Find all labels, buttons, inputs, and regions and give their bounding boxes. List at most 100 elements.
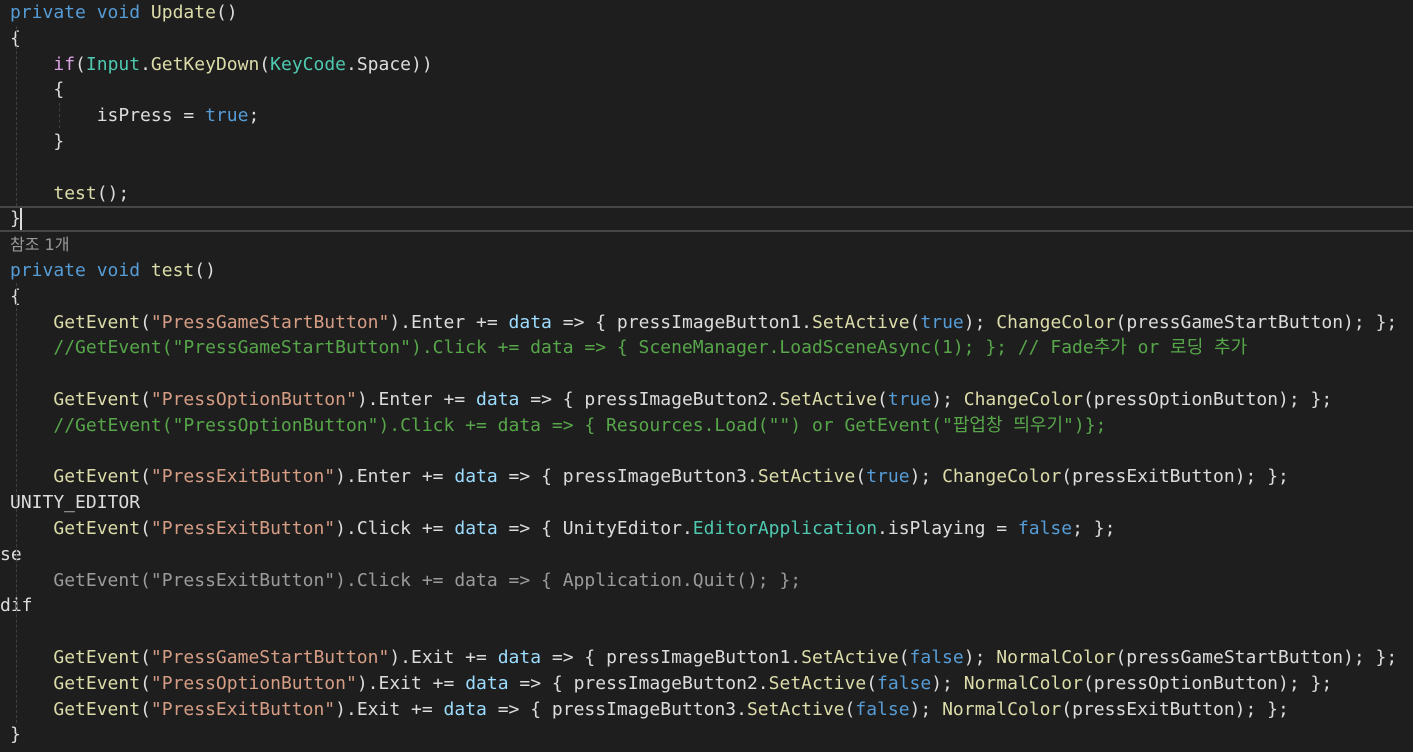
code-token: ).Click += (335, 518, 455, 539)
code-token: ChangeColor (963, 389, 1083, 410)
code-token: data (497, 647, 542, 668)
code-token: . (140, 53, 151, 75)
code-token: } (10, 724, 21, 746)
code-token: data (465, 672, 509, 694)
code-token: (pressGameStartButton); }; (1115, 311, 1398, 333)
code-token: ( (140, 518, 151, 539)
code-token: //GetEvent("PressGameStartButton").Click… (53, 337, 1248, 359)
code-token: (); (96, 182, 130, 204)
code-token: false (855, 698, 910, 720)
codelens-references[interactable]: 참조 1개 (0, 232, 1413, 258)
code-token: GetKeyDown (150, 53, 260, 75)
indent-guide (16, 283, 17, 723)
code-token: SetActive (801, 647, 899, 668)
code-line: GetEvent("PressGameStartButton").Exit +=… (0, 645, 1413, 671)
code-token: GetEvent (53, 311, 141, 333)
code-token: data (443, 698, 487, 720)
code-token: ( (855, 466, 867, 488)
code-line: se (0, 542, 1413, 568)
code-token: } (10, 131, 65, 152)
code-line: GetEvent("PressGameStartButton").Enter +… (0, 310, 1413, 336)
code-token: SetActive (812, 311, 910, 333)
code-token: GetEvent (53, 389, 141, 410)
code-token: ( (140, 647, 151, 668)
code-line: GetEvent("PressExitButton").Click += dat… (0, 516, 1413, 542)
code-line: private void Update() (0, 0, 1413, 26)
code-token: data (454, 518, 498, 539)
code-token: ).Exit += (356, 672, 466, 694)
code-token: private (10, 2, 86, 23)
code-token: ); (963, 647, 997, 668)
code-token: Input (85, 53, 141, 75)
code-token: KeyCode (270, 53, 346, 75)
code-token: .isPlaying = (877, 518, 1018, 539)
code-token: ChangeColor (996, 311, 1116, 333)
code-line: //GetEvent("PressGameStartButton").Click… (0, 335, 1413, 361)
code-line: //GetEvent("PressOptionButton").Click +=… (0, 413, 1413, 439)
code-token: UNITY_EDITOR (10, 492, 141, 514)
code-line: GetEvent("PressExitButton").Click += dat… (0, 568, 1413, 594)
code-token: ).Click += data => { Application.Quit();… (335, 569, 802, 591)
code-token: => { UnityEditor. (497, 518, 693, 539)
code-token: (pressExitButton); }; (1061, 698, 1289, 720)
code-token: .Space)) (346, 53, 433, 75)
code-token: "PressExitButton" (150, 466, 336, 488)
code-token: "PressExitButton" (150, 698, 336, 720)
code-token: => { pressImageButton3. (486, 698, 747, 720)
code-token: GetEvent (53, 672, 141, 694)
code-token: data (508, 311, 552, 333)
code-token: ); (963, 311, 997, 333)
code-token: => { pressImageButton2. (519, 389, 780, 410)
code-line: { (0, 77, 1413, 103)
indent-guide (16, 26, 17, 206)
code-token: (pressExitButton); }; (1061, 466, 1289, 488)
code-token: ).Exit += (335, 698, 444, 720)
code-token: isPress = (10, 105, 206, 127)
code-token: ( (140, 389, 151, 410)
code-token: => { pressImageButton2. (508, 672, 769, 694)
code-token: ; }; (1072, 518, 1116, 539)
code-token: ( (898, 647, 910, 668)
code-token: test (150, 260, 195, 281)
code-token: (pressOptionButton); }; (1082, 389, 1333, 410)
code-token: false (909, 647, 964, 668)
code-token: se (0, 543, 22, 565)
code-line: GetEvent("PressExitButton").Exit += data… (0, 697, 1413, 723)
code-token: SetActive (768, 672, 867, 694)
code-token: "PressGameStartButton" (150, 647, 390, 668)
code-editor[interactable]: private void Update(){ if(Input.GetKeyDo… (0, 0, 1413, 752)
code-token: Update (150, 2, 216, 23)
code-token: ChangeColor (942, 466, 1062, 488)
code-token: ).Exit += (389, 647, 498, 668)
code-token: data (454, 466, 498, 488)
code-line: } (0, 722, 1413, 748)
code-token: false (1017, 518, 1073, 539)
code-token: if (53, 53, 76, 75)
code-token: GetEvent (53, 698, 141, 720)
code-token: () (215, 2, 238, 23)
code-token: ).Enter += (389, 311, 509, 333)
code-token: test (53, 182, 97, 204)
code-token: NormalColor (996, 647, 1116, 668)
code-token: data (476, 389, 520, 410)
code-line: isPress = true; (0, 103, 1413, 129)
code-token: SetActive (779, 389, 878, 410)
code-token: ( (140, 672, 151, 694)
code-token: GetEvent (53, 466, 141, 488)
code-token: ); (909, 466, 943, 488)
code-token: false (877, 672, 932, 694)
code-token: true (866, 466, 910, 488)
code-line: { (0, 26, 1413, 52)
code-token: ( (140, 466, 151, 488)
code-line: } (0, 129, 1413, 155)
code-token: () (194, 260, 216, 281)
code-token: ; (248, 105, 260, 127)
code-token: private (10, 260, 86, 281)
code-token: NormalColor (963, 672, 1083, 694)
code-token: //GetEvent("PressOptionButton").Click +=… (53, 414, 1107, 436)
code-token: SetActive (757, 466, 856, 488)
